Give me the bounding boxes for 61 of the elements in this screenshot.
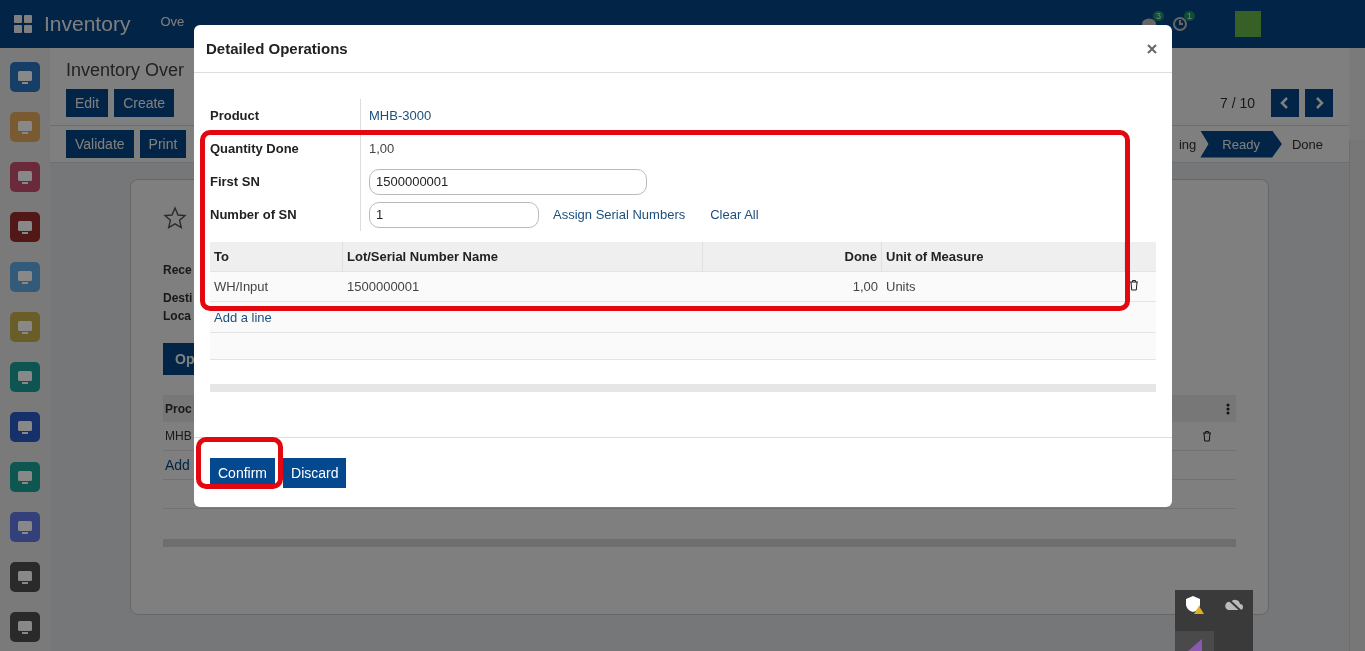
table-cell: MHB [165, 429, 192, 443]
field-label: Quantity Done [210, 141, 299, 156]
breadcrumb: Inventory Over [66, 60, 186, 81]
add-line-link[interactable]: Add a line [210, 309, 272, 325]
kebab-menu-icon[interactable] [1226, 402, 1230, 415]
star-icon[interactable] [163, 206, 187, 230]
menu-item[interactable]: Ove [160, 13, 185, 29]
column-header: Lot/Serial Number Name [343, 242, 703, 271]
app-name: Inventory [44, 12, 131, 36]
input-field[interactable]: 1500000001 [369, 168, 647, 195]
app-icon[interactable] [10, 362, 40, 392]
scrollbar[interactable] [210, 384, 1156, 392]
action-button[interactable]: Create [114, 89, 175, 117]
column-header: Done [703, 242, 882, 271]
field-label: Number of SN [210, 207, 297, 222]
pager-count: 7 / 10 [1219, 95, 1255, 111]
action-link[interactable]: Clear All [710, 207, 759, 222]
add-line-link[interactable]: Add [165, 457, 190, 473]
close-icon[interactable] [1147, 43, 1157, 54]
previous-button[interactable] [1271, 89, 1299, 117]
app-icon[interactable] [10, 562, 40, 592]
field-label: Product [210, 108, 260, 123]
app-icon[interactable] [10, 162, 40, 192]
app-icon[interactable] [10, 212, 40, 242]
header-button[interactable]: Print [139, 130, 187, 158]
field-label: Loca [163, 309, 191, 323]
product-link[interactable]: MHB-3000 [369, 108, 432, 123]
table-cell-text: Units [885, 279, 917, 294]
next-button[interactable] [1305, 89, 1333, 117]
app-icon[interactable] [10, 262, 40, 292]
dialog-button[interactable]: Discard [283, 457, 347, 488]
field-value: 1,00 [369, 141, 395, 156]
dialog-title: Detailed Operations [206, 40, 348, 57]
trash-icon[interactable] [1129, 279, 1139, 291]
clock-icon[interactable] [1172, 16, 1188, 32]
table-cell-text: 1,00 [851, 279, 879, 294]
header-button[interactable]: Validate [66, 130, 134, 158]
status-step[interactable]: ing [1179, 130, 1201, 158]
status-step[interactable]: Ready [1200, 130, 1282, 158]
field-label: Rece [163, 263, 192, 277]
field-label: First SN [210, 174, 260, 189]
action-button[interactable]: Edit [66, 89, 109, 117]
activity-count: 1 [1184, 11, 1195, 21]
column-header: To [210, 242, 343, 271]
app-icon[interactable] [10, 62, 40, 92]
chevron-right-icon [1314, 97, 1324, 109]
input-field[interactable]: 1 [369, 201, 539, 228]
apps-menu-icon[interactable] [14, 15, 32, 33]
table-cell-text: 1500000001 [346, 279, 421, 294]
shield-warning-icon[interactable] [1184, 595, 1205, 616]
action-link[interactable]: Assign Serial Numbers [553, 207, 686, 222]
message-count: 3 [1152, 11, 1164, 21]
column-header: Proc [165, 401, 192, 416]
field-label: Desti [163, 291, 193, 305]
status-step[interactable]: Done [1281, 130, 1333, 158]
app-icon[interactable] [10, 512, 40, 542]
app-icon[interactable] [10, 612, 40, 642]
app-icon[interactable] [10, 462, 40, 492]
chevron-left-icon [1280, 97, 1290, 109]
table-cell-text: WH/Input [213, 279, 270, 294]
app-icon[interactable] [10, 412, 40, 442]
